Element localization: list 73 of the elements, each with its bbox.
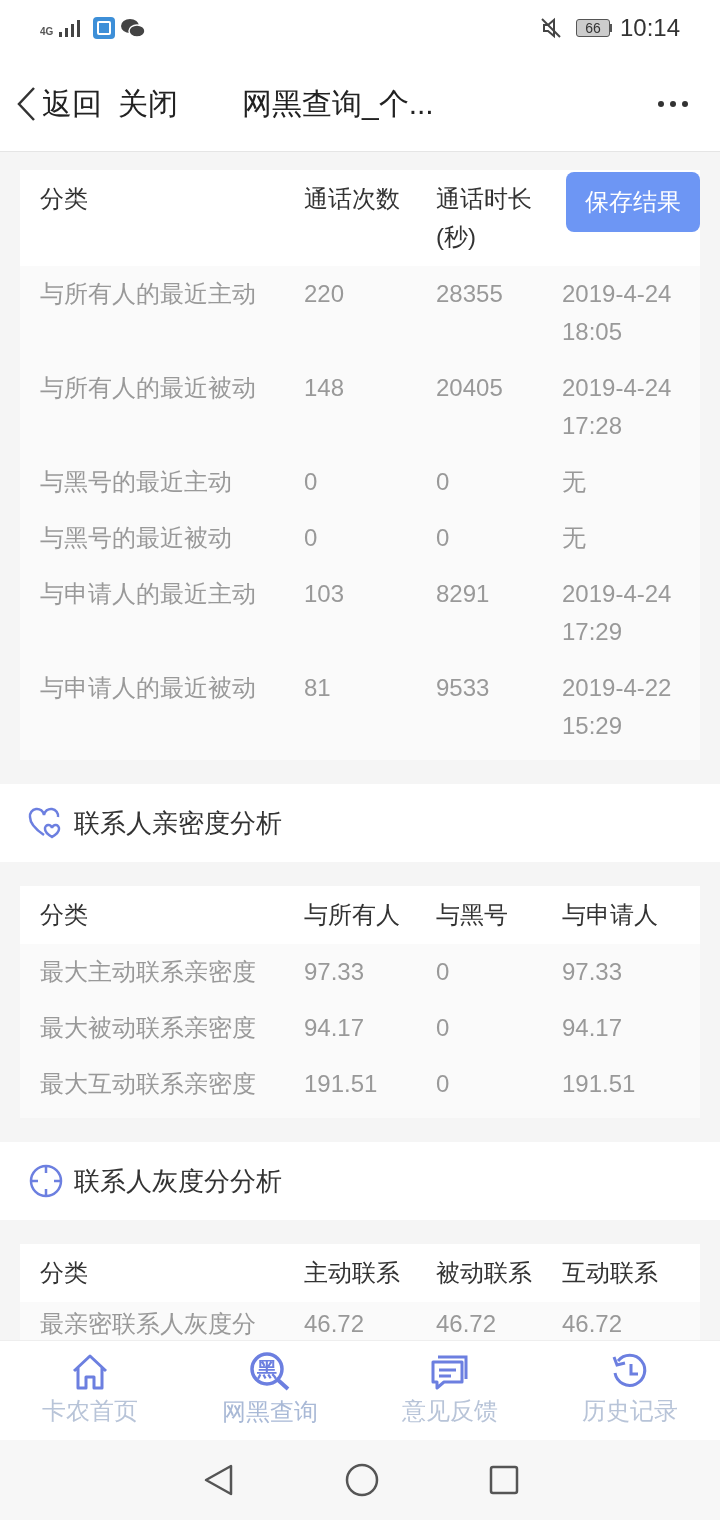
nav-tab[interactable]: 意见反馈: [360, 1341, 540, 1440]
table-cell-text: 与所有人的最近主动: [40, 279, 257, 309]
table-cell-text: 97.33: [304, 957, 366, 987]
nav-tab[interactable]: 历史记录: [540, 1341, 720, 1440]
table-cell-text: 与所有人的最近被动: [40, 373, 257, 403]
table-cell-text: 0: [436, 467, 451, 497]
table-cell-text: 94.17: [562, 1013, 624, 1043]
table-cell-text: 46.72: [562, 1309, 624, 1339]
table-cell-text: 0: [304, 467, 319, 497]
table-cell-text: 最亲密联系人灰度分: [40, 1309, 257, 1339]
recents-square-icon[interactable]: [489, 1465, 519, 1495]
table-cell-text: 2019-4-24 17:29: [562, 579, 673, 647]
column-header: 主动联系: [304, 1258, 401, 1288]
section-title: 联系人亲密度分析: [74, 806, 282, 840]
table-cell-text: 与黑号的最近被动: [40, 523, 233, 553]
table-cell-text: 2019-4-24 17:28: [562, 373, 673, 441]
table-cell-text: 最大互动联系亲密度: [40, 1069, 257, 1099]
table-cell-text: 与申请人的最近被动: [40, 673, 257, 703]
table-cell-text: 81: [304, 673, 332, 703]
table-cell-text: 28355: [436, 279, 504, 309]
more-icon[interactable]: [658, 100, 688, 107]
network-label: 4G: [40, 27, 54, 37]
battery-icon: 66: [575, 19, 612, 37]
table-cell-text: 94.17: [304, 1013, 366, 1043]
table-cell-text: 最大被动联系亲密度: [40, 1013, 257, 1043]
table-cell-text: 无: [562, 467, 587, 497]
home-icon: [70, 1352, 110, 1391]
table-cell-text: 191.51: [562, 1069, 637, 1099]
chat-bubbles-icon: [121, 18, 146, 38]
clock: 10:14: [619, 13, 680, 43]
back-link[interactable]: 返回: [42, 81, 102, 126]
column-header: 与所有人: [304, 900, 401, 930]
table-cell-text: 191.51: [304, 1069, 379, 1099]
column-header: 与黑号: [436, 900, 509, 930]
table-cell-text: 46.72: [436, 1309, 498, 1339]
table-cell-text: 148: [304, 373, 346, 403]
section-title: 联系人灰度分分析: [74, 1164, 282, 1198]
table-cell-text: 与申请人的最近主动: [40, 579, 257, 609]
table-cell-text: 0: [436, 523, 451, 553]
app-icon: [93, 17, 116, 39]
back-icon[interactable]: [16, 85, 36, 122]
table-cell-text: 103: [304, 579, 346, 609]
close-link[interactable]: 关闭: [118, 81, 178, 126]
table-cell-text: 20405: [436, 373, 504, 403]
table-cell-text: 最大主动联系亲密度: [40, 957, 257, 987]
column-header: 互动联系: [562, 1258, 659, 1288]
column-header: 分类: [40, 900, 89, 930]
mute-icon: [539, 17, 562, 39]
table-cell-text: 46.72: [304, 1309, 366, 1339]
save-results-button[interactable]: 保存结果: [566, 172, 700, 232]
table-cell-text: 2019-4-22 15:29: [562, 673, 673, 741]
nav-tab[interactable]: 黑 网黑查询: [180, 1341, 360, 1440]
column-header: 分类: [40, 184, 89, 214]
table-cell-text: 9533: [436, 673, 491, 703]
table-cell-text: 0: [436, 957, 451, 987]
home-circle-icon[interactable]: [345, 1463, 379, 1497]
table-cell-text: 220: [304, 279, 346, 309]
column-header: 与申请人: [562, 900, 659, 930]
table-cell-text: 97.33: [562, 957, 624, 987]
crosshair-icon: [28, 1163, 64, 1199]
table-cell-text: 与黑号的最近主动: [40, 467, 233, 497]
column-header: 被动联系: [436, 1258, 533, 1288]
table-cell-text: 2019-4-24 18:05: [562, 279, 673, 347]
column-header: 通话次数: [304, 184, 401, 214]
nav-tab[interactable]: 卡农首页: [0, 1341, 180, 1440]
table-cell-text: 0: [436, 1069, 451, 1099]
column-header: 分类: [40, 1258, 89, 1288]
table-cell-text: 8291: [436, 579, 491, 609]
column-header: 通话时长 (秒): [436, 184, 533, 252]
table-cell-text: 0: [436, 1013, 451, 1043]
page-title: 网黑查询_个...: [242, 86, 434, 122]
table-cell-text: 0: [304, 523, 319, 553]
table-cell-text: 无: [562, 523, 587, 553]
